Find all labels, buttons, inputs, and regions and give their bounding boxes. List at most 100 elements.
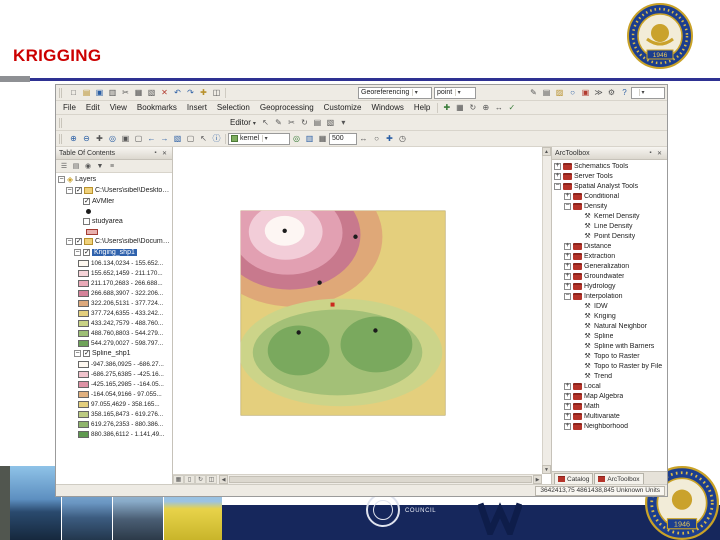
zoom-out-icon[interactable]: ⊖	[80, 132, 93, 145]
pan-raster-icon[interactable]: ↔	[492, 101, 505, 114]
map-horizontal-scrollbar[interactable]: ▦ ▯ ↻ ◫ ◀ ▶	[173, 474, 542, 484]
toolbar-grip[interactable]	[59, 87, 64, 98]
full-extent-icon[interactable]: ◎	[106, 132, 119, 145]
tree-expander[interactable]	[564, 382, 571, 390]
menu-item[interactable]: Help	[409, 103, 435, 112]
toolset-hydrology[interactable]: Hydrology	[552, 281, 667, 291]
dock-tab[interactable]: Catalog	[554, 473, 594, 484]
polygon-symbol[interactable]	[86, 228, 98, 235]
link-table-icon[interactable]: ▦	[453, 101, 466, 114]
tree-expander[interactable]	[564, 252, 571, 260]
legend-color-chip[interactable]	[78, 299, 89, 307]
toc-layers-root[interactable]: Layers	[56, 174, 172, 185]
menu-item[interactable]: Geoprocessing	[255, 103, 319, 112]
georeferencing-layer-combo[interactable]: point	[434, 86, 476, 99]
table-of-contents-icon[interactable]: ▤	[540, 86, 553, 99]
arctoolbox-window-icon[interactable]: ▣	[579, 86, 592, 99]
legend-color-chip[interactable]	[78, 309, 89, 317]
toolset-multivariate[interactable]: Multivariate	[552, 411, 667, 421]
save-icon[interactable]: ▣	[93, 86, 106, 99]
legend-color-chip[interactable]	[78, 370, 89, 378]
toc-layer-studyarea[interactable]: studyarea	[56, 216, 172, 227]
layer-checkbox[interactable]	[75, 186, 82, 194]
toolset-groundwater[interactable]: Groundwater	[552, 271, 667, 281]
layer-checkbox[interactable]	[75, 237, 82, 245]
menu-item[interactable]: Insert	[182, 103, 212, 112]
list-by-drawing-order-icon[interactable]: ☰	[58, 161, 70, 172]
toc-layer-kriging[interactable]: Kriging_shp1	[56, 247, 172, 258]
select-elements-icon[interactable]: ↖	[197, 132, 210, 145]
legend-color-chip[interactable]	[78, 410, 89, 418]
open-map-icon[interactable]: ▤	[80, 86, 93, 99]
pause-drawing-icon[interactable]: ◫	[206, 475, 217, 484]
scroll-right-icon[interactable]: ▶	[533, 475, 542, 484]
cut-icon[interactable]: ✂	[119, 86, 132, 99]
add-control-points-icon[interactable]: ✚	[440, 101, 453, 114]
georeferencing-dropdown[interactable]: Georeferencing	[358, 86, 432, 99]
menu-item[interactable]: File	[58, 103, 81, 112]
tree-expander[interactable]	[554, 162, 561, 170]
toc-group-documents[interactable]: C:\Users\sibel\Documents\A	[56, 236, 172, 247]
histogram-icon[interactable]: ▥	[303, 132, 316, 145]
legend-color-chip[interactable]	[78, 279, 89, 287]
edit-tool-icon[interactable]: ↖	[259, 116, 272, 129]
legend-color-chip[interactable]	[78, 400, 89, 408]
data-view-icon[interactable]: ▦	[173, 475, 184, 484]
layer-checkbox[interactable]	[83, 248, 90, 256]
tree-expander[interactable]	[564, 192, 571, 200]
paste-icon[interactable]: ▧	[145, 86, 158, 99]
legend-color-chip[interactable]	[78, 380, 89, 388]
editor-more-icon[interactable]: ▾	[337, 116, 350, 129]
rotate-raster-icon[interactable]: ↻	[466, 101, 479, 114]
rotate-tool-icon[interactable]: ↻	[298, 116, 311, 129]
list-by-visibility-icon[interactable]: ◉	[82, 161, 94, 172]
tree-expander[interactable]	[564, 262, 571, 270]
toolset-map-algebra[interactable]: Map Algebra	[552, 391, 667, 401]
tree-expander[interactable]	[564, 202, 571, 210]
back-extent-icon[interactable]: ←	[145, 132, 158, 145]
legend-color-chip[interactable]	[78, 430, 89, 438]
menu-item[interactable]: View	[105, 103, 132, 112]
scrollbar-thumb[interactable]	[229, 476, 532, 483]
pin-icon[interactable]: ▪	[646, 149, 655, 158]
list-by-source-icon[interactable]: ▤	[70, 161, 82, 172]
toc-options-icon[interactable]: ≡	[106, 161, 118, 172]
layout-view-icon[interactable]: ▯	[184, 475, 195, 484]
toolbar-grip[interactable]	[59, 133, 64, 144]
clear-selection-icon[interactable]: ▢	[184, 132, 197, 145]
add-data-icon[interactable]: ✚	[197, 86, 210, 99]
print-icon[interactable]: ▥	[106, 86, 119, 99]
tool-spline[interactable]: Spline	[552, 331, 667, 341]
toc-group-desktop[interactable]: C:\Users\sibel\Desktop\Yogu	[56, 185, 172, 196]
new-map-icon[interactable]: □	[67, 86, 80, 99]
menu-item[interactable]: Windows	[366, 103, 408, 112]
editor-menu[interactable]: Editor	[227, 118, 259, 127]
go-to-xy-icon[interactable]: ✚	[383, 132, 396, 145]
tree-expander[interactable]	[564, 272, 571, 280]
toolset-interpolation[interactable]: Interpolation	[552, 291, 667, 301]
tree-expander[interactable]	[564, 242, 571, 250]
menu-item[interactable]: Customize	[319, 103, 367, 112]
tool-topo-to-raster[interactable]: Topo to Raster	[552, 351, 667, 361]
scroll-left-icon[interactable]: ◀	[219, 475, 228, 484]
toolset-conditional[interactable]: Conditional	[552, 191, 667, 201]
zoom-in-icon[interactable]: ⊕	[67, 132, 80, 145]
tree-expander[interactable]	[74, 350, 81, 357]
tree-expander[interactable]	[554, 182, 561, 190]
legend-color-chip[interactable]	[78, 420, 89, 428]
undo-icon[interactable]: ↶	[171, 86, 184, 99]
close-icon[interactable]: ✕	[160, 149, 169, 158]
tool-natural-neighbor[interactable]: Natural Neighbor	[552, 321, 667, 331]
toolset-distance[interactable]: Distance	[552, 241, 667, 251]
tool-topo-to-raster-by-file[interactable]: Topo to Raster by File	[552, 361, 667, 371]
tree-expander[interactable]	[564, 422, 571, 430]
toolset-local[interactable]: Local	[552, 381, 667, 391]
zoom-raster-icon[interactable]: ⊕	[479, 101, 492, 114]
toolbox-server-tools[interactable]: Server Tools	[552, 171, 667, 181]
cell-size-input[interactable]: 500	[329, 132, 357, 145]
forward-extent-icon[interactable]: →	[158, 132, 171, 145]
tool-kernel-density[interactable]: Kernel Density	[552, 211, 667, 221]
legend-color-chip[interactable]	[78, 339, 89, 347]
legend-color-chip[interactable]	[78, 289, 89, 297]
fixed-zoom-in-icon[interactable]: ▣	[119, 132, 132, 145]
